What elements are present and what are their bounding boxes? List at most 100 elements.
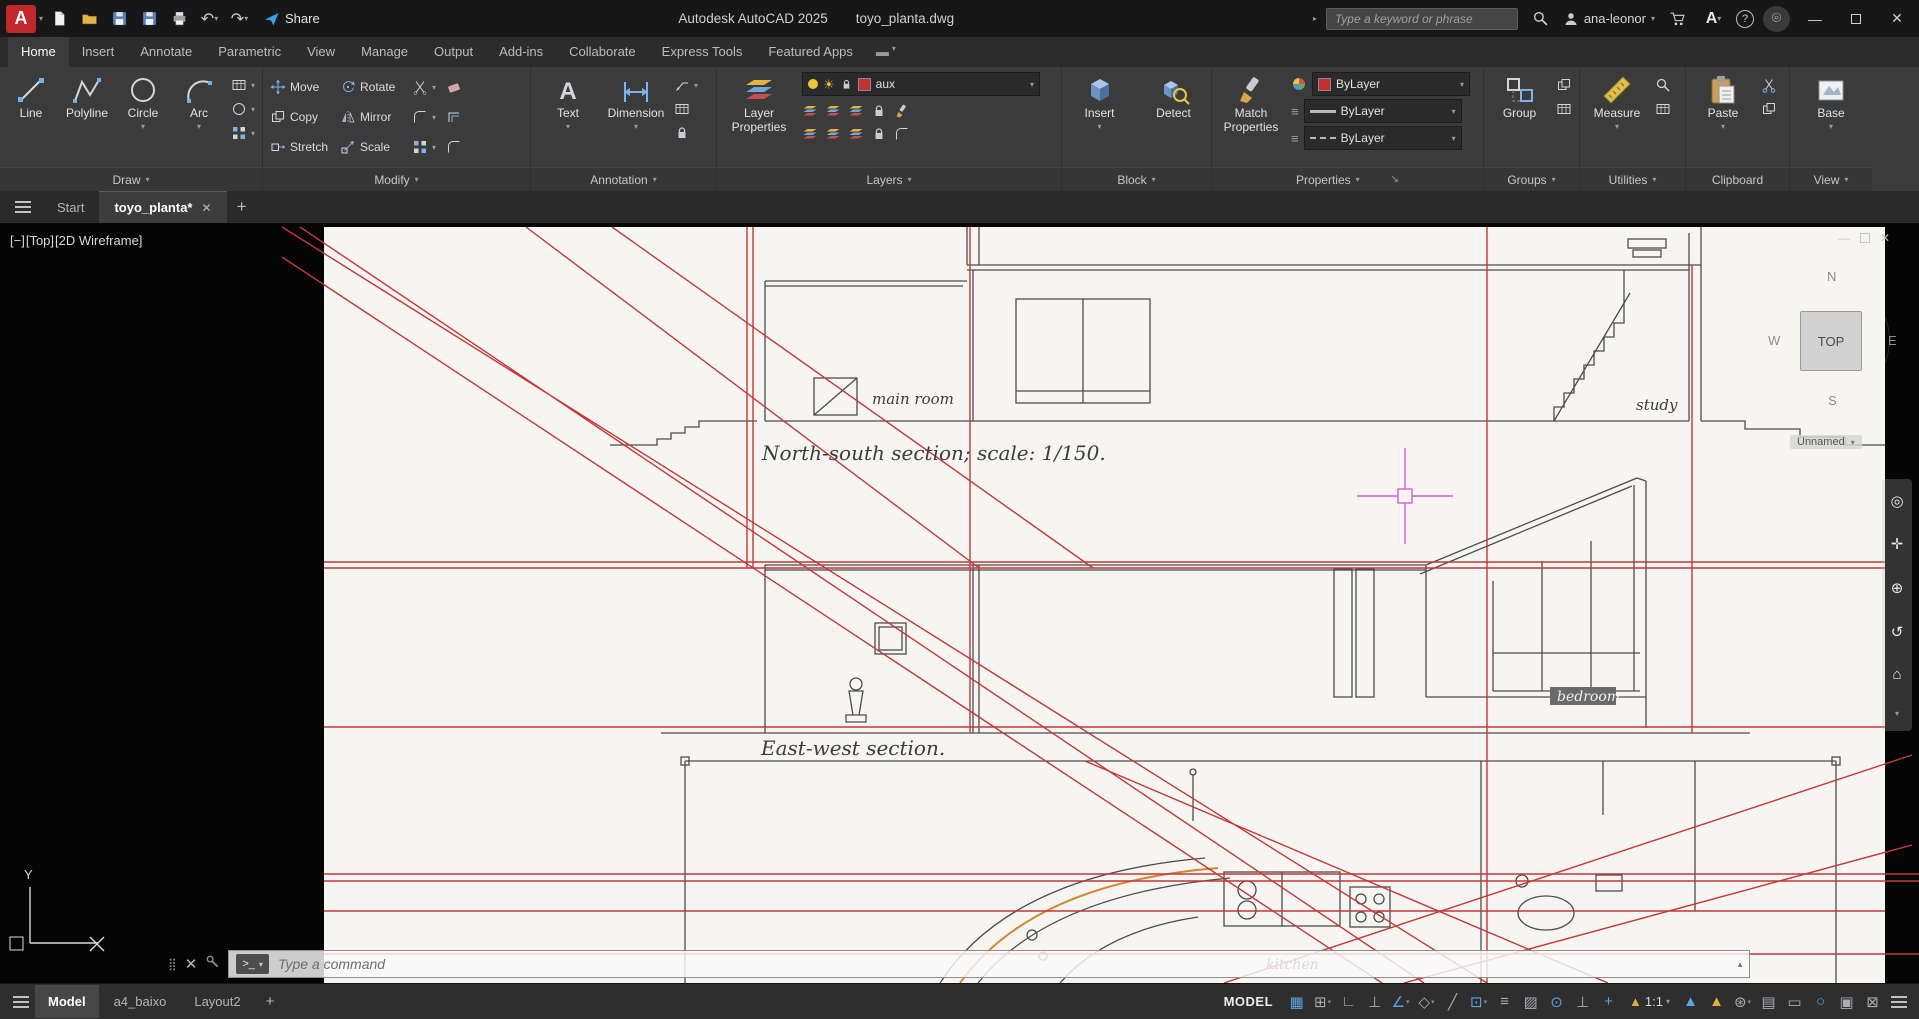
viewcube-east[interactable]: E — [1888, 333, 1897, 348]
tab-manage[interactable]: Manage — [348, 37, 421, 67]
search-icon[interactable] — [1527, 6, 1554, 32]
properties-dialog-launcher[interactable]: ↘ — [1391, 174, 1399, 185]
orbit-icon[interactable]: ↺ — [1891, 623, 1904, 641]
customize-status-bar-icon[interactable] — [1886, 989, 1911, 1014]
isolate-objects-icon[interactable]: ○ — [1808, 989, 1833, 1014]
layer-unlock-button[interactable] — [871, 126, 887, 142]
layer-on-button[interactable] — [802, 126, 818, 142]
showmotion-icon[interactable]: ⌂ — [1892, 666, 1901, 683]
layer-match-button[interactable] — [894, 103, 910, 119]
layer-thaw-all-button[interactable] — [848, 126, 864, 142]
command-line-grip[interactable]: ⣿ — [168, 957, 177, 971]
save-button[interactable] — [106, 6, 133, 32]
notifications-icon[interactable]: ⌾ — [1763, 6, 1790, 32]
tab-insert[interactable]: Insert — [69, 37, 128, 67]
viewport-view-control[interactable]: [Top] — [26, 233, 54, 248]
scale-button[interactable]: Scale — [340, 139, 408, 155]
panel-label-draw[interactable]: Draw▾ — [0, 167, 262, 191]
ungroup-button[interactable] — [1556, 77, 1572, 93]
panel-label-block[interactable]: Block▾ — [1062, 167, 1211, 191]
arc-button[interactable]: Arc▾ — [175, 72, 223, 131]
panel-label-clipboard[interactable]: Clipboard — [1686, 167, 1789, 191]
table-button[interactable] — [674, 101, 698, 117]
viewcube[interactable]: N W E S TOP Unnamed▾ — [1762, 267, 1912, 463]
base-view-button[interactable]: Base▾ — [1801, 72, 1861, 131]
layer-unisolate-button[interactable] — [825, 126, 841, 142]
panel-label-view[interactable]: View▾ — [1790, 167, 1872, 191]
zoom-icon[interactable]: ⊕ — [1891, 579, 1904, 597]
object-color-select[interactable]: ByLayer ▾ — [1312, 72, 1470, 96]
auto-annotation-scale-icon[interactable]: ▲ — [1704, 989, 1729, 1014]
layout-tab-layout2[interactable]: Layout2 — [181, 985, 253, 1018]
panel-label-groups[interactable]: Groups▾ — [1484, 167, 1579, 191]
navbar-more-icon[interactable]: ▾ — [1895, 709, 1899, 718]
clean-screen-icon[interactable]: ⊠ — [1860, 989, 1885, 1014]
ellipse-flyout-button[interactable]: ▾ — [231, 101, 255, 117]
ribbon-display-toggle[interactable]: ▬▾ — [866, 37, 906, 67]
hatch-flyout-button[interactable]: ▾ — [231, 125, 255, 141]
match-properties-button[interactable]: Match Properties — [1219, 72, 1283, 135]
mirror-button[interactable]: Mirror — [340, 109, 408, 125]
redo-button[interactable]: ↷▾ — [226, 6, 253, 32]
panel-label-annotation[interactable]: Annotation▾ — [531, 167, 716, 191]
explode-button[interactable] — [446, 109, 470, 125]
array-flyout-button[interactable]: ▾ — [412, 139, 442, 155]
space-indicator[interactable]: MODEL — [1224, 994, 1273, 1009]
polyline-button[interactable]: Polyline — [63, 72, 111, 121]
layer-prev-button[interactable] — [894, 126, 910, 142]
cart-icon[interactable] — [1664, 6, 1691, 32]
ortho-mode-icon[interactable]: ⊥ — [1362, 989, 1387, 1014]
model-space-canvas[interactable]: main room study North-south section; sca… — [0, 223, 1919, 983]
new-layout-button[interactable]: + — [256, 993, 285, 1010]
app-menu-arrow-icon[interactable]: ▾ — [39, 14, 43, 23]
quick-properties-icon[interactable]: ▭ — [1782, 989, 1807, 1014]
named-view-control[interactable]: Unnamed▾ — [1790, 435, 1862, 449]
new-tab-button[interactable]: + — [227, 191, 257, 223]
minimize-button[interactable]: — — [1799, 5, 1831, 33]
close-tab-icon[interactable]: ✕ — [201, 201, 211, 215]
model-tab[interactable]: Model — [35, 985, 99, 1018]
tab-parametric[interactable]: Parametric — [205, 37, 294, 67]
paste-button[interactable]: Paste▾ — [1693, 72, 1753, 131]
plot-button[interactable] — [166, 6, 193, 32]
panel-label-modify[interactable]: Modify▾ — [263, 167, 530, 191]
measure-button[interactable]: Measure▾ — [1587, 72, 1647, 131]
command-line-close-icon[interactable]: ✕ — [185, 955, 198, 973]
command-collapse-icon[interactable]: ▴ — [1738, 959, 1743, 970]
save-as-button[interactable] — [136, 6, 163, 32]
viewcube-south[interactable]: S — [1828, 393, 1837, 408]
object-snap-tracking-icon[interactable]: ╱ — [1440, 989, 1465, 1014]
leader-button[interactable]: ▾ — [674, 77, 698, 93]
full-nav-wheel-icon[interactable]: ◎ — [1890, 492, 1903, 510]
panel-label-layers[interactable]: Layers▾ — [717, 167, 1061, 191]
line-button[interactable]: Line — [7, 72, 55, 121]
group-edit-button[interactable] — [1556, 101, 1572, 117]
close-button[interactable]: ✕ — [1881, 5, 1913, 33]
viewport-style-control[interactable]: [2D Wireframe] — [55, 233, 142, 248]
command-line-customize-icon[interactable] — [205, 954, 220, 974]
tab-express-tools[interactable]: Express Tools — [649, 37, 756, 67]
detect-button[interactable]: Detect — [1144, 72, 1204, 121]
annotation-scale-control[interactable]: ▲1:1▾ — [1622, 994, 1677, 1009]
grid-toggle-icon[interactable]: ▦ — [1284, 989, 1309, 1014]
workspace-switching-icon[interactable]: ⊛▾ — [1730, 989, 1755, 1014]
dynamic-ucs-icon[interactable]: ⊥ — [1570, 989, 1595, 1014]
pan-icon[interactable]: ✛ — [1891, 535, 1904, 553]
cut-button[interactable] — [1761, 77, 1777, 93]
viewcube-west[interactable]: W — [1768, 333, 1780, 348]
copy-clip-button[interactable] — [1761, 101, 1777, 117]
layer-freeze-button[interactable] — [848, 103, 864, 119]
layer-properties-button[interactable]: Layer Properties — [724, 72, 794, 135]
transparency-icon[interactable]: ▨ — [1518, 989, 1543, 1014]
isometric-drafting-icon[interactable]: ◇▾ — [1414, 989, 1439, 1014]
layer-off-button[interactable] — [802, 103, 818, 119]
recent-commands-icon[interactable]: >_▾ — [236, 954, 269, 974]
trim-flyout-button[interactable]: ▾ — [412, 79, 442, 95]
tab-annotate[interactable]: Annotate — [127, 37, 205, 67]
layout-tab-a4-baixo[interactable]: a4_baixo — [101, 985, 180, 1018]
app-logo-button[interactable]: A — [6, 5, 36, 33]
command-input-text[interactable]: Type a command — [278, 956, 1729, 972]
layer-isolate-button[interactable] — [825, 103, 841, 119]
rotate-button[interactable]: Rotate — [340, 79, 408, 95]
help-icon[interactable]: ? — [1736, 10, 1754, 28]
